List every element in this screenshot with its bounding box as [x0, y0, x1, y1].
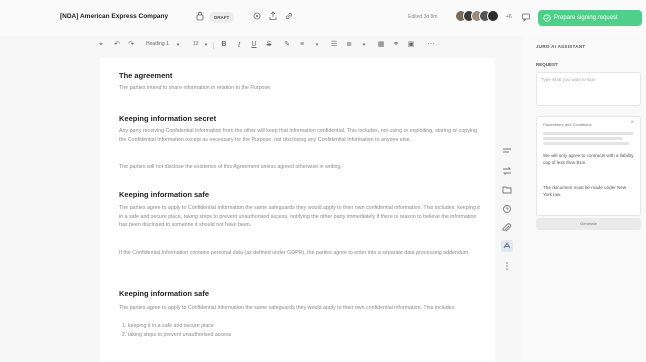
paragraph: The parties will not disclose the existe…	[119, 164, 342, 170]
edited-timestamp: Edited 3d 8m	[408, 14, 438, 20]
check-circle-icon	[543, 14, 551, 22]
document-title[interactable]: [NDA] American Express Company	[60, 13, 168, 20]
paragraph: The parties agree to apply to Confidenti…	[119, 305, 456, 311]
underline-icon[interactable]: U	[249, 40, 259, 50]
font-size-select[interactable]: 12	[193, 41, 199, 47]
condition-text: We will only agree to contracts with a l…	[543, 153, 634, 165]
format-paint-icon[interactable]: ⌖	[96, 40, 106, 50]
paragraph: Any party receiving Confidential Informa…	[119, 128, 477, 143]
toolbar-divider	[213, 42, 214, 49]
paragraph: If the Confidential Information contains…	[119, 250, 470, 256]
condition-text: The document must be made under New York…	[543, 185, 627, 197]
chevron-down-icon[interactable]: ▾	[359, 40, 369, 50]
folder-icon[interactable]	[500, 184, 514, 196]
table-icon[interactable]: ▦	[376, 40, 386, 50]
section-heading: Keeping information secret	[119, 114, 217, 123]
link-icon[interactable]	[284, 11, 294, 21]
section-heading: The agreement	[119, 71, 173, 80]
attachment-icon[interactable]	[500, 222, 514, 234]
formatting-toolbar: ⌖ ↶ ↷ Heading 1 ▾ 12 ▾ B I U S ✎ ≡ ▾ ☰ ≣…	[96, 40, 446, 52]
bullet-list-icon[interactable]: ☰	[329, 40, 339, 50]
chevron-down-icon[interactable]: ▾	[312, 40, 322, 50]
image-icon[interactable]: ▣	[406, 40, 416, 50]
ai-assistant-panel: JURO AI ASSISTANT REQUEST Type what you …	[522, 36, 646, 362]
placeholder-line	[543, 142, 629, 145]
avatar	[487, 10, 499, 22]
placeholder-line	[543, 137, 623, 140]
italic-icon[interactable]: I	[234, 40, 244, 50]
list-item: 2. taking steps to prevent unauthorised …	[122, 332, 232, 338]
close-icon[interactable]: ×	[630, 120, 634, 126]
request-placeholder: Type what you want to sign	[541, 77, 596, 82]
strikethrough-icon[interactable]: S	[264, 40, 274, 50]
panel-title: JURO AI ASSISTANT	[536, 44, 586, 49]
status-badge: DRAFT	[209, 12, 235, 23]
more-vertical-icon[interactable]	[500, 260, 514, 272]
card-header: Parameters and Conditions	[543, 122, 592, 127]
more-icon[interactable]: ⋯	[426, 40, 436, 50]
highlight-icon[interactable]: ✎	[282, 40, 292, 50]
link-icon[interactable]: ⚭	[391, 40, 401, 50]
swap-icon[interactable]	[500, 165, 514, 177]
comments-icon[interactable]	[521, 12, 531, 22]
undo-icon[interactable]: ↶	[112, 40, 122, 50]
prepare-signing-label: Prepare signing request	[554, 15, 618, 21]
prepare-signing-button[interactable]: Prepare signing request	[538, 10, 642, 26]
section-heading: Keeping information safe	[119, 190, 210, 199]
collaborators-count: +6	[506, 14, 512, 20]
placeholder-line	[543, 132, 633, 135]
redo-icon[interactable]: ↷	[126, 40, 136, 50]
chevron-down-icon[interactable]: ▾	[201, 40, 211, 50]
parameters-card: Parameters and Conditions × We will only…	[536, 116, 641, 216]
lock-icon[interactable]	[196, 11, 204, 21]
clause-library-icon[interactable]	[500, 146, 514, 158]
align-icon[interactable]: ≡	[297, 40, 307, 50]
bold-icon[interactable]: B	[219, 40, 229, 50]
list-item: 1. keeping it in a safe and secure place	[122, 323, 214, 329]
ai-assistant-icon[interactable]	[500, 240, 514, 252]
numbered-list-icon[interactable]: ≣	[344, 40, 354, 50]
settings-icon[interactable]	[252, 11, 262, 21]
top-bar: [NDA] American Express Company DRAFT Edi…	[0, 0, 646, 36]
paragraph: The parties agree to apply to Confidenti…	[119, 205, 480, 229]
paragraph: The parties intend to share information …	[119, 85, 272, 91]
document-canvas[interactable]: The agreement The parties intend to shar…	[100, 58, 495, 362]
section-heading: Keeping information safe	[119, 289, 210, 298]
collaborator-avatars[interactable]	[455, 10, 503, 24]
heading-select[interactable]: Heading 1	[146, 41, 169, 47]
request-input[interactable]: Type what you want to sign	[536, 72, 641, 106]
chevron-down-icon[interactable]: ▾	[173, 40, 183, 50]
share-icon[interactable]	[268, 11, 278, 21]
generate-button[interactable]: Generate	[536, 218, 641, 230]
history-icon[interactable]	[500, 203, 514, 215]
request-label: REQUEST	[536, 62, 558, 67]
